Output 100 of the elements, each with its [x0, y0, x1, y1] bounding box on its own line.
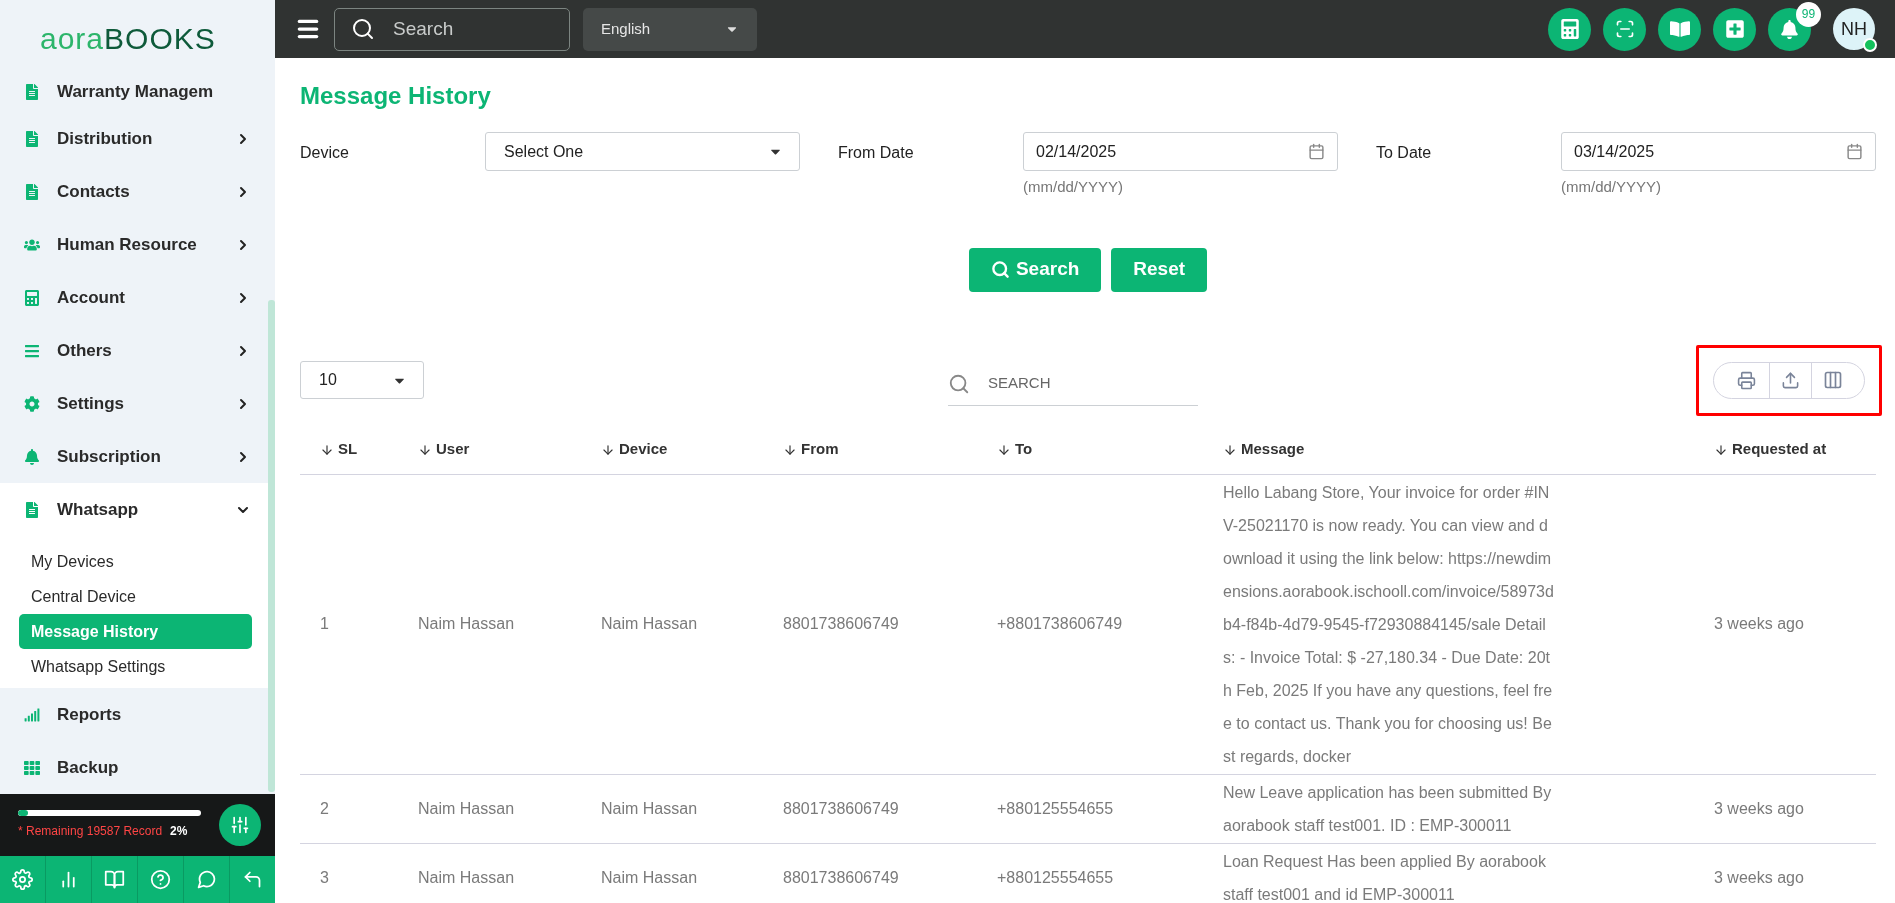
table-cell-text: 8801738606749: [783, 867, 899, 888]
language-select[interactable]: English: [583, 7, 757, 51]
sidebar-item[interactable]: Contacts: [0, 165, 268, 218]
date-format-hint: (mm/dd/YYYY): [1023, 177, 1125, 197]
table-cell-text: 3 weeks ago: [1714, 798, 1804, 819]
sort-arrow-icon: [320, 442, 334, 457]
table-cell-text: 2: [320, 798, 329, 819]
submenu-item[interactable]: Whatsapp Settings: [19, 649, 252, 684]
sidebar-item[interactable]: Backup: [0, 741, 268, 794]
document-icon: [24, 183, 40, 200]
date-format-hint: (mm/dd/YYYY): [1561, 177, 1663, 197]
toolbar-button[interactable]: [1603, 7, 1646, 51]
filter-label: To Date: [1376, 143, 1433, 163]
sidebar-item[interactable]: Others: [0, 324, 268, 377]
book-icon: [1669, 19, 1690, 39]
sidebar-item[interactable]: Whatsapp: [0, 483, 268, 536]
gear-icon: [24, 395, 40, 412]
column-header[interactable]: Device: [601, 438, 668, 461]
table-cell-text: Naim Hassan: [601, 867, 698, 888]
table-cell-text: Naim Hassan: [418, 867, 515, 888]
page-title: Message History: [300, 84, 492, 108]
bell-icon: [24, 448, 40, 465]
table-cell-text: Naim Hassan: [601, 614, 698, 634]
search-icon: [948, 372, 970, 395]
toolbar-button[interactable]: [1713, 7, 1756, 51]
date-field[interactable]: 02/14/2025: [1023, 132, 1338, 171]
table-cell-text: 3 weeks ago: [1714, 867, 1804, 888]
table-cell-text: 8801738606749: [783, 614, 899, 634]
toolbar-button[interactable]: [1658, 7, 1701, 51]
column-header[interactable]: Message: [1223, 438, 1305, 461]
column-header[interactable]: User: [418, 438, 470, 461]
table-cell-text: 8801738606749: [783, 798, 899, 819]
search-field[interactable]: Search: [334, 7, 570, 51]
column-header[interactable]: To: [997, 438, 1033, 461]
message-cell-text: Loan Request Has been applied By aorabook staff test001 and id EMP-300011: [1223, 851, 1547, 903]
submenu-item[interactable]: My Devices: [19, 544, 252, 579]
search-input[interactable]: Search: [393, 14, 553, 44]
search-icon: [990, 260, 1010, 279]
message-cell-text: Hello Labang Store, Your invoice for order #INV-25021170 is now ready. You can view and download it using the link below: https://newdimensions.aorabook.ischooll.com/invoice/58973db4-f84b-4d79-9545-f72930884145/sale Details: - Invoice Total: $ -27,180.34 - Due Date: 20th Feb, 2025 If you have any questions, feel free to contact us. Thank you for choosing us! Best regards, docker: [1223, 482, 1555, 767]
sliders-button[interactable]: [219, 804, 261, 846]
sidebar-item[interactable]: Distribution: [0, 112, 268, 165]
table-cell-text: +880125554655: [997, 867, 1114, 888]
bell-icon: [1780, 19, 1799, 39]
toolbar-button[interactable]: [1548, 7, 1591, 51]
table-cell-text: Naim Hassan: [418, 614, 515, 634]
document-icon: [24, 84, 40, 100]
table-search-input[interactable]: SEARCH: [988, 372, 1198, 395]
upload-icon: [1781, 370, 1800, 390]
message-cell-text: New Leave application has been submitted By aorabook staff test001. ID : EMP-300011: [1223, 782, 1553, 836]
sidebar-item[interactable]: Settings: [0, 377, 268, 430]
grid-icon: [24, 759, 40, 776]
sidebar-item[interactable]: Reports: [0, 688, 268, 741]
search-icon: [351, 17, 375, 41]
document-icon: [24, 501, 40, 518]
column-header[interactable]: SL: [320, 438, 358, 461]
submenu-item[interactable]: Central Device: [19, 579, 252, 614]
help-icon: [150, 869, 171, 890]
table-cell-text: Naim Hassan: [418, 798, 515, 819]
remaining-records-text: * Remaining 19587 Record: [18, 823, 163, 840]
sidebar-item[interactable]: Human Resource: [0, 218, 268, 271]
app-logo: aoraBOOKS: [40, 24, 216, 54]
calendar-icon: [1846, 143, 1863, 160]
calculator-icon: [24, 289, 40, 306]
calendar-icon: [1308, 143, 1325, 160]
sliders-icon: [230, 815, 250, 835]
sidebar-item[interactable]: Subscription: [0, 430, 268, 483]
scan-icon: [1614, 19, 1635, 39]
columns-icon: [1823, 370, 1843, 390]
page-size-select[interactable]: 10: [300, 361, 424, 399]
plus-icon: [1724, 19, 1745, 39]
filter-label: From Date: [838, 143, 915, 163]
sidebar-item[interactable]: Account: [0, 271, 268, 324]
table-cell-text: +880125554655: [997, 798, 1114, 819]
usage-percent: 2%: [170, 823, 188, 840]
sidebar-item[interactable]: Warranty Managem: [0, 72, 268, 112]
table-search-field[interactable]: SEARCH: [948, 362, 1198, 406]
user-avatar[interactable]: NH: [1833, 8, 1875, 50]
settings-icon: [12, 869, 33, 890]
sort-arrow-icon: [1223, 442, 1237, 457]
table-cell-text: +8801738606749: [997, 614, 1123, 634]
table-cell-text: 3 weeks ago: [1714, 614, 1804, 634]
notification-badge: 99: [1796, 1, 1821, 27]
calculator-icon: [1559, 19, 1580, 39]
column-header[interactable]: Requested at: [1714, 438, 1827, 461]
date-field[interactable]: 03/14/2025: [1561, 132, 1876, 171]
document-icon: [24, 130, 40, 147]
column-header[interactable]: From: [783, 438, 839, 461]
list-icon: [24, 342, 40, 359]
return-icon: [242, 869, 263, 890]
print-icon: [1737, 370, 1756, 390]
device-select[interactable]: Select One: [485, 132, 800, 171]
table-cell-text: 1: [320, 614, 329, 634]
book-icon: [104, 869, 125, 890]
table-cell-text: Naim Hassan: [601, 798, 698, 819]
table-cell-text: 3: [320, 867, 329, 888]
signal-bars-icon: [24, 706, 40, 723]
sort-arrow-icon: [418, 442, 432, 457]
scrollbar[interactable]: [268, 300, 275, 792]
chat-icon: [196, 869, 217, 890]
filter-label: Device: [300, 143, 350, 163]
